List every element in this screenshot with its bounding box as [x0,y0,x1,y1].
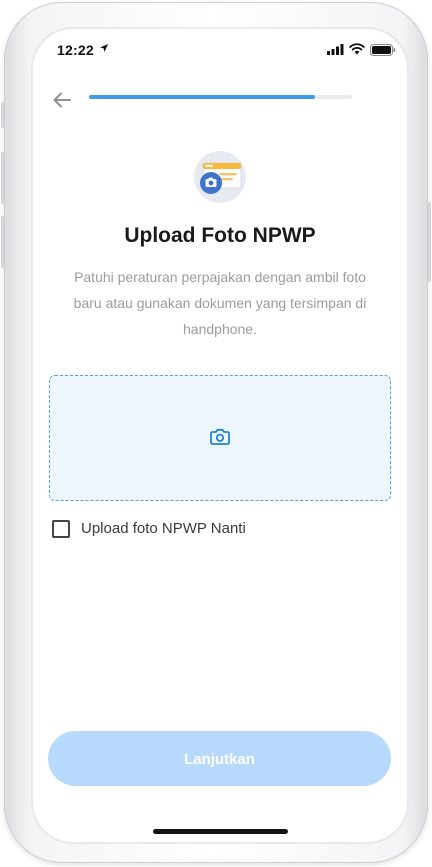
page-title: Upload Foto NPWP [124,224,316,247]
battery-icon [370,44,396,56]
photo-upload-area[interactable] [49,375,391,501]
side-button [1,216,4,268]
phone-frame: 12:22 Upload Foto NPWP Patuhi peraturan … [1,2,431,863]
progress-bar [89,95,352,99]
status-time: 12:22 [57,42,94,58]
home-indicator [153,829,288,834]
continue-button-label: Lanjutkan [184,751,255,768]
camera-icon [210,428,230,445]
side-button [1,102,4,128]
wifi-icon [349,43,365,55]
upload-later-checkbox[interactable] [52,520,70,538]
continue-button[interactable]: Lanjutkan [48,731,391,786]
arrow-left-icon [53,92,71,108]
side-button [1,152,4,204]
upload-later-label: Upload foto NPWP Nanti [81,520,246,537]
page-description: Patuhi peraturan perpajakan dengan ambil… [73,269,367,337]
location-arrow-icon [100,44,108,52]
app-screen: 12:22 Upload Foto NPWP Patuhi peraturan … [33,29,407,842]
back-button[interactable] [49,87,75,113]
status-bar: 12:22 [33,29,407,73]
progress-bar-fill [89,95,316,99]
cellular-signal-icon [327,44,344,55]
npwp-card-illustration-icon [194,151,246,203]
side-button [428,202,431,282]
